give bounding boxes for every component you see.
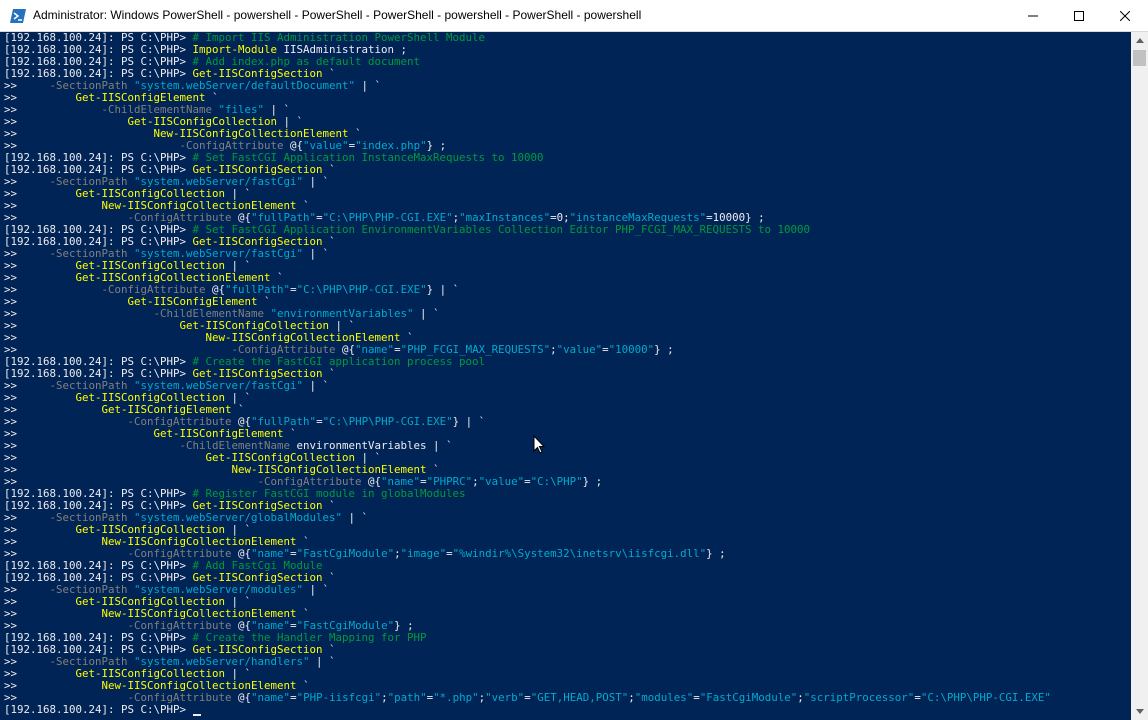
- title-bar[interactable]: Administrator: Windows PowerShell - powe…: [0, 0, 1148, 32]
- maximize-icon: [1074, 10, 1084, 21]
- string-text: "10000": [608, 343, 655, 356]
- operator-text: | `: [303, 583, 330, 596]
- string-text: "name": [251, 691, 291, 704]
- string-text: "C:\PHP\PHP-CGI.EXE": [296, 283, 427, 296]
- string-text: "value": [478, 475, 525, 488]
- powershell-icon: [10, 9, 26, 23]
- string-text: "C:\PHP\PHP-CGI.EXE": [322, 415, 453, 428]
- operator-text: | `: [309, 655, 336, 668]
- operator-text: | `: [303, 379, 330, 392]
- prompt-text: [192.168.100.24]: PS C:\PHP>: [4, 703, 193, 716]
- string-text: "verb": [485, 691, 525, 704]
- operator-text: } ;: [706, 547, 726, 560]
- vertical-scrollbar[interactable]: [1131, 32, 1148, 720]
- string-text: "image": [400, 547, 447, 560]
- operator-text: | `: [303, 175, 330, 188]
- string-text: "GET,HEAD,POST": [530, 691, 629, 704]
- operator-text: } | `: [426, 283, 460, 296]
- string-text: "C:\PHP": [530, 475, 583, 488]
- mouse-pointer-icon: [533, 435, 545, 454]
- string-text: "PHP-iisfcgi": [296, 691, 382, 704]
- operator-text: @{: [238, 691, 252, 704]
- scroll-up-button[interactable]: [1131, 32, 1148, 49]
- console-line: [192.168.100.24]: PS C:\PHP>: [4, 704, 201, 716]
- minimize-button[interactable]: [1010, 0, 1056, 31]
- string-text: "%windir%\System32\inetsrv\iisfcgi.dll": [452, 547, 707, 560]
- operator-text: | `: [303, 247, 330, 260]
- minimize-icon: [1028, 15, 1038, 16]
- chevron-up-icon: [1135, 38, 1144, 43]
- string-text: "modules": [634, 691, 694, 704]
- string-text: "value": [556, 343, 603, 356]
- operator-text: } ;: [582, 475, 603, 488]
- string-text: "path": [387, 691, 427, 704]
- string-text: "FastCgiModule": [699, 691, 798, 704]
- chevron-down-icon: [1135, 709, 1144, 714]
- string-text: "C:\PHP\PHP-CGI.EXE": [920, 691, 1051, 704]
- string-text: "scriptProcessor": [803, 691, 915, 704]
- text-cursor: [192, 714, 201, 716]
- close-button[interactable]: [1102, 0, 1148, 31]
- console-output[interactable]: [192.168.100.24]: PS C:\PHP> # Import II…: [0, 32, 1130, 720]
- operator-text: | `: [342, 511, 369, 524]
- scrollbar-thumb[interactable]: [1133, 50, 1146, 66]
- maximize-button[interactable]: [1056, 0, 1102, 31]
- operator-text: } | `: [452, 415, 486, 428]
- scroll-down-button[interactable]: [1131, 703, 1148, 720]
- window-title: Administrator: Windows PowerShell - powe…: [33, 8, 642, 22]
- operator-text: } ;: [654, 343, 674, 356]
- operator-text: | `: [413, 307, 440, 320]
- operator-text: | `: [355, 79, 382, 92]
- string-text: "*.php": [433, 691, 479, 704]
- close-icon: [1120, 10, 1130, 21]
